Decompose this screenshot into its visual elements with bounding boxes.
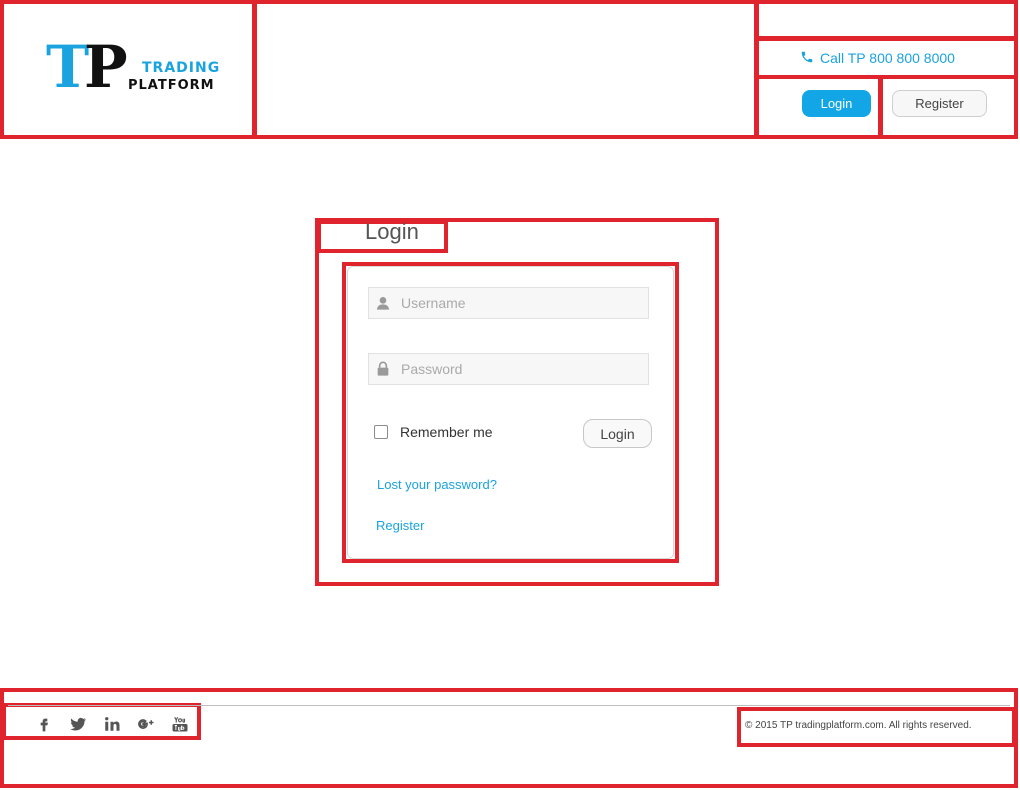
lost-password-link[interactable]: Lost your password? — [377, 477, 497, 492]
logo-letter-t: T — [46, 33, 90, 101]
call-info: Call TP 800 800 8000 — [800, 48, 1000, 68]
remember-label: Remember me — [400, 424, 493, 440]
form-login-button[interactable]: Login — [583, 419, 652, 448]
linkedin-icon[interactable] — [102, 712, 122, 736]
call-text: Call TP 800 800 8000 — [820, 50, 955, 66]
user-icon — [369, 288, 397, 318]
header-register-button[interactable]: Register — [892, 90, 987, 117]
annotation-box-footer — [0, 688, 1018, 788]
tp-logo[interactable]: T P TRADING PLATFORM — [46, 37, 236, 98]
footer-divider — [8, 705, 1010, 706]
facebook-icon[interactable] — [34, 712, 54, 736]
remember-checkbox[interactable] — [374, 425, 388, 439]
logo-platform: PLATFORM — [128, 78, 215, 93]
lock-icon — [369, 354, 397, 384]
phone-icon — [800, 50, 814, 67]
annotation-box-header-main — [253, 0, 758, 139]
header-login-button[interactable]: Login — [802, 90, 871, 117]
register-link[interactable]: Register — [376, 518, 424, 533]
username-field[interactable] — [368, 287, 649, 319]
login-title: Login — [365, 219, 419, 244]
twitter-icon[interactable] — [68, 712, 88, 736]
annotation-box-header-top — [755, 0, 1018, 40]
logo-trading: TRADING — [142, 60, 221, 76]
googleplus-icon[interactable] — [136, 712, 156, 736]
username-input[interactable] — [397, 288, 637, 318]
password-input[interactable] — [397, 354, 637, 384]
youtube-icon[interactable] — [170, 712, 190, 736]
password-field[interactable] — [368, 353, 649, 385]
copyright-text: © 2015 TP tradingplatform.com. All right… — [745, 720, 972, 731]
logo-letter-p: P — [84, 33, 128, 101]
social-links — [34, 712, 190, 736]
